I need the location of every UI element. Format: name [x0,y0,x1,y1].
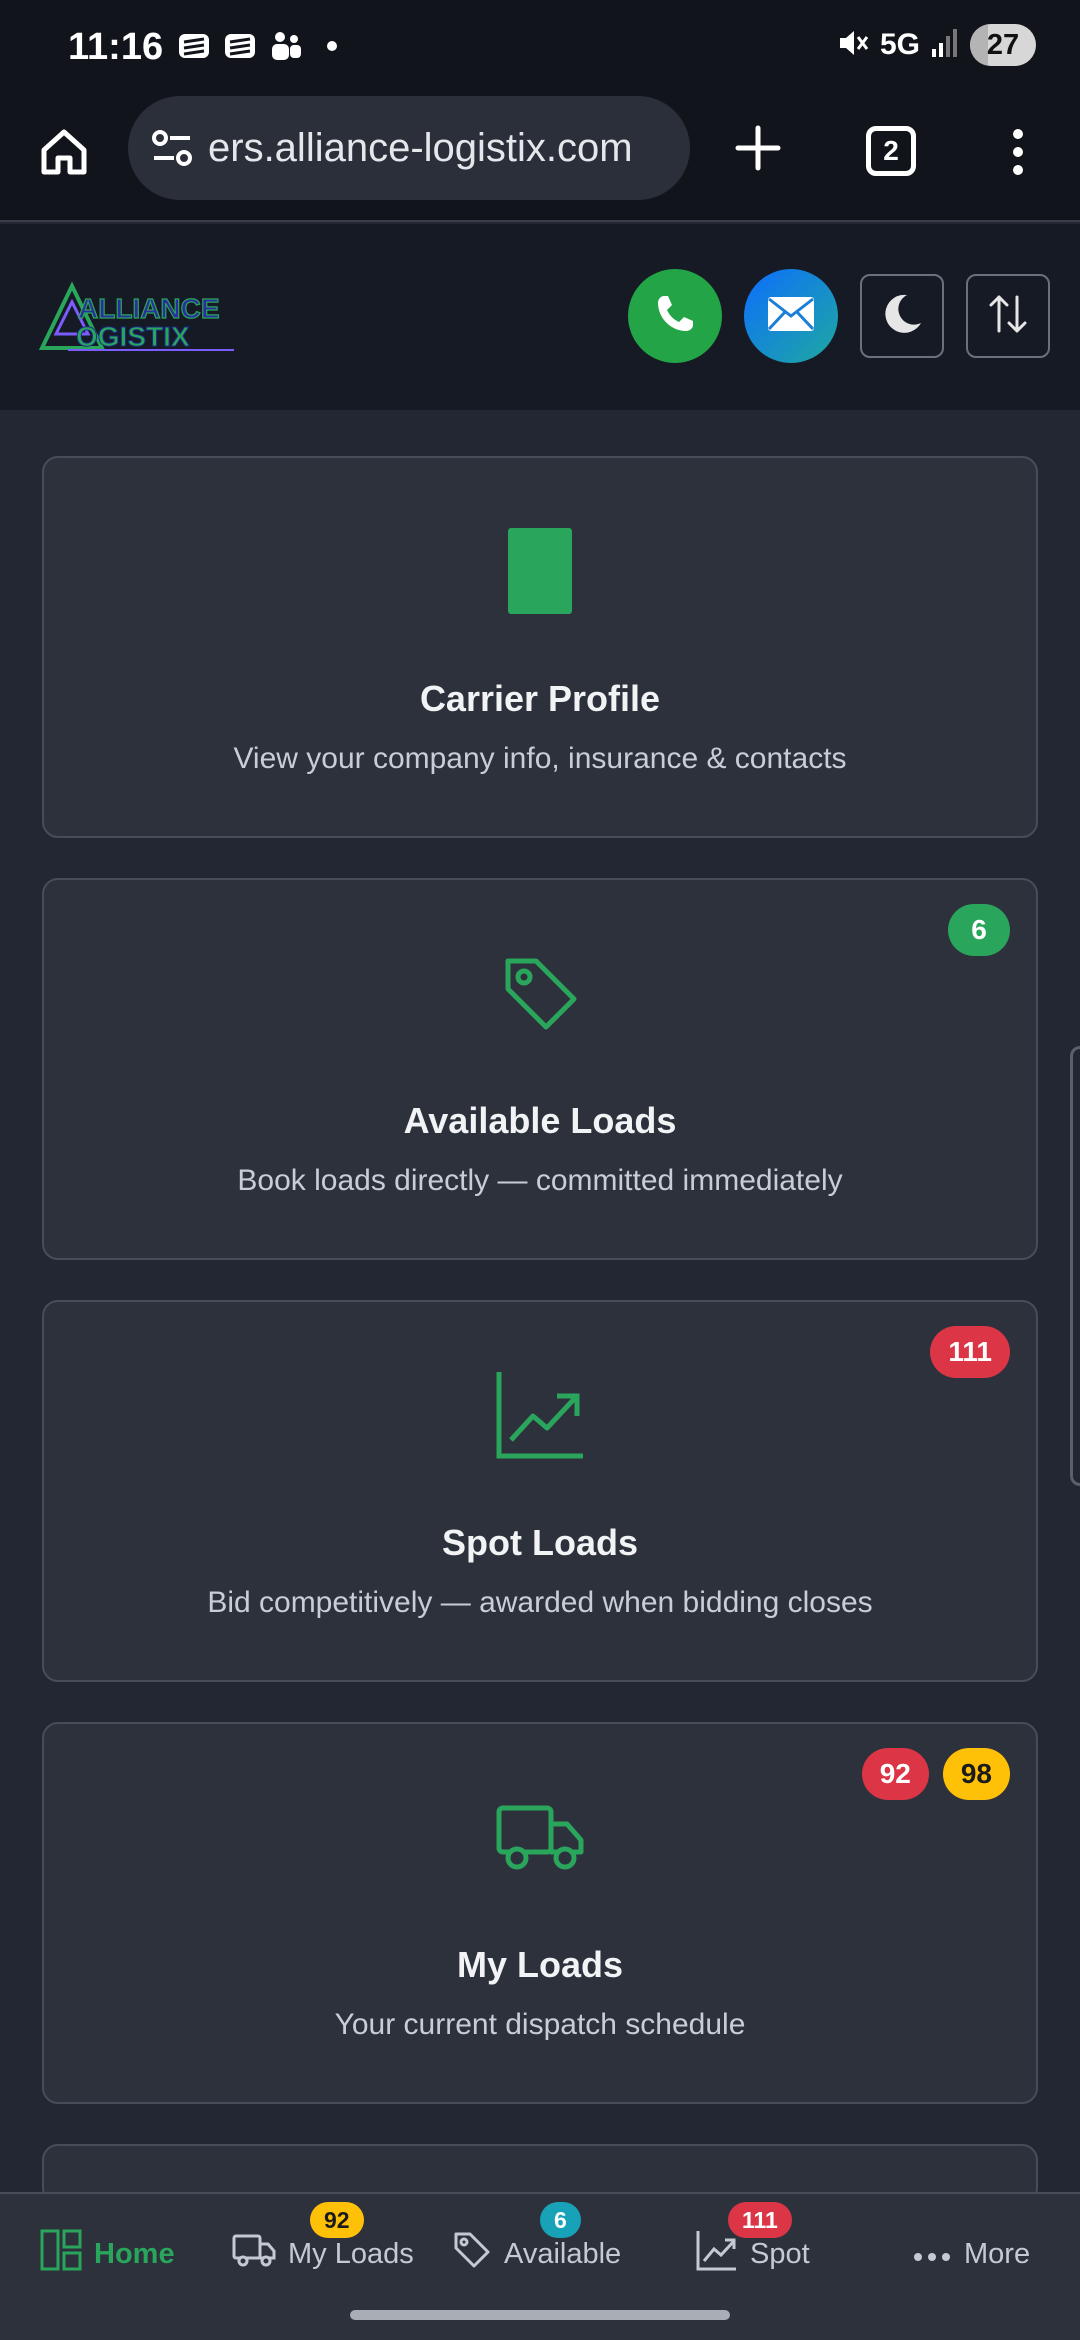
email-button[interactable] [744,269,838,363]
card-title: Carrier Profile [419,678,661,719]
nav-spot-badge: 111 [728,2202,792,2238]
phone-button[interactable] [628,269,722,363]
battery-indicator: 27 [970,24,1036,66]
count-badge: 6 [948,904,1010,956]
truck-icon [495,1792,585,1882]
card-title: My Loads [456,1944,624,1985]
battery-level: 27 [986,28,1020,61]
carrier-profile-card[interactable]: Carrier Profile View your company info, … [42,456,1038,838]
chart-line-icon [696,2229,738,2279]
nav-available-label: Available [504,2237,622,2270]
app-header: ALLIANCE OGISTIX [0,224,1080,410]
card-description: View your company info, insurance & cont… [233,742,847,775]
more-horiz-icon [912,2238,952,2271]
nav-more-label: More [964,2237,1031,2270]
url-text[interactable]: ers.alliance-logistix.com [208,126,633,171]
card-badges: 6 [948,904,1010,956]
gesture-handle[interactable] [350,2310,730,2320]
notification-icons [176,28,350,64]
my-loads-card[interactable]: 92 98 My Loads Your current dispatch sch… [42,1722,1038,2104]
count-badge: 92 [861,1748,929,1800]
mute-icon [836,26,870,65]
status-bar: 11:16 5G 27 [0,0,1080,90]
nav-my-loads-badge: 92 [310,2202,364,2238]
status-time: 11:16 [68,26,164,68]
nav-spot-label: Spot [750,2237,810,2270]
company-logo[interactable]: ALLIANCE OGISTIX [38,278,238,354]
card-description: Book loads directly — committed immediat… [237,1164,843,1197]
card-badges: 92 98 [861,1748,1010,1800]
svg-text:OGISTIX: OGISTIX [76,321,190,352]
notification-app-icon [176,28,212,64]
tab-count: 2 [883,135,899,166]
card-badges: 111 [930,1326,1010,1378]
address-bar[interactable]: ers.alliance-logistix.com [128,96,690,200]
teams-icon [268,28,304,64]
theme-toggle-button[interactable] [860,274,944,358]
phone-icon [651,290,699,343]
svg-text:ALLIANCE: ALLIANCE [78,293,220,324]
status-right: 5G 27 [836,24,1036,66]
card-description: Your current dispatch schedule [334,2008,746,2041]
nav-available[interactable]: Available [452,2194,621,2314]
card-title: Available Loads [403,1100,677,1141]
count-badge: 111 [930,1326,1010,1378]
dashboard-cards: Carrier Profile View your company info, … [42,456,1038,2244]
tag-icon [452,2230,492,2278]
available-loads-card[interactable]: 6 Available Loads Book loads directly — … [42,878,1038,1260]
browser-toolbar: ers.alliance-logistix.com 2 [0,90,1080,222]
nav-my-loads-label: My Loads [288,2237,414,2270]
network-type: 5G [879,28,920,61]
moon-icon [879,291,925,342]
tag-icon [495,948,585,1038]
mail-icon [766,294,816,339]
nav-more[interactable]: More [912,2194,1030,2314]
dashboard-icon [40,2229,82,2279]
battery-fill [970,24,988,66]
home-icon[interactable] [34,122,94,182]
dot-icon [314,28,350,64]
more-vert-icon[interactable] [1000,126,1036,178]
card-title: Spot Loads [442,1522,638,1563]
nav-home[interactable]: Home [40,2194,175,2314]
new-tab-icon[interactable] [732,122,784,174]
truck-icon [232,2232,276,2276]
card-description: Bid competitively — awarded when bidding… [207,1586,873,1619]
signal-icon [930,27,960,64]
count-badge: 98 [942,1748,1010,1800]
sort-button[interactable] [966,274,1050,358]
chart-line-icon [495,1370,585,1460]
spot-loads-card[interactable]: 111 Spot Loads Bid competitively — award… [42,1300,1038,1682]
notification-app-icon [222,28,258,64]
id-card-icon [495,526,585,616]
sort-icon [985,291,1031,342]
scroll-edge-indicator [1070,1046,1080,1486]
nav-home-label: Home [94,2237,175,2270]
nav-available-badge: 6 [540,2202,581,2238]
tabs-icon[interactable]: 2 [866,126,916,176]
site-settings-icon[interactable] [150,128,194,168]
